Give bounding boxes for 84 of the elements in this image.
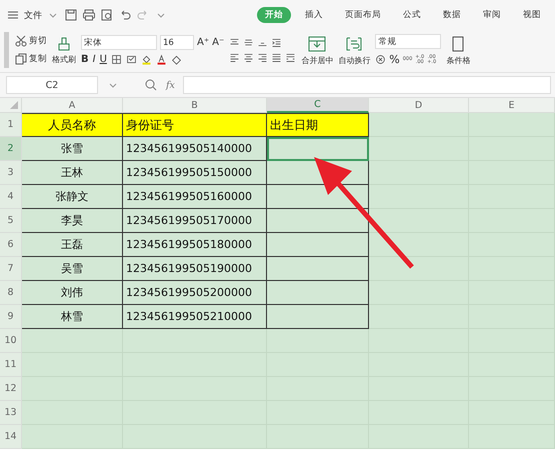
- format-painter-button[interactable]: 格式刷: [52, 36, 76, 64]
- scissors-icon: [14, 34, 28, 48]
- indent-icon[interactable]: [271, 37, 282, 48]
- merge-center-button[interactable]: 合并居中: [301, 34, 334, 66]
- row-header[interactable]: 11: [0, 353, 22, 377]
- ribbon-grip[interactable]: [4, 32, 9, 68]
- copy-icon: [14, 52, 28, 66]
- cut-button[interactable]: 剪切: [14, 34, 47, 48]
- font-color-icon[interactable]: [156, 54, 167, 65]
- shrink-font-button[interactable]: A⁻: [212, 37, 224, 48]
- align-left-icon[interactable]: [229, 52, 240, 63]
- ribbon-tab[interactable]: 页面布局: [337, 7, 389, 23]
- row-header[interactable]: 10: [0, 329, 22, 353]
- table-cell: 王磊: [22, 233, 123, 257]
- number-format-field[interactable]: 常规: [375, 34, 442, 49]
- align-middle-icon[interactable]: [243, 37, 254, 48]
- underline-button[interactable]: U: [100, 54, 107, 65]
- bold-button[interactable]: B: [81, 54, 89, 65]
- fx-button[interactable]: fx: [166, 80, 175, 90]
- conditional-format-icon: [450, 34, 466, 52]
- ribbon-tab[interactable]: 视图: [515, 7, 549, 23]
- table-cell: 张雪: [22, 137, 123, 161]
- row-header[interactable]: 3: [0, 161, 22, 185]
- table-cell: 李昊: [22, 209, 123, 233]
- table-cell: 123456199505190000: [123, 257, 267, 281]
- row-header[interactable]: 7: [0, 257, 22, 281]
- file-menu[interactable]: 文件: [24, 8, 42, 22]
- table-cell: 123456199505160000: [123, 185, 267, 209]
- ribbon-tab[interactable]: 公式: [395, 7, 429, 23]
- row-header[interactable]: 2: [0, 137, 22, 161]
- table-cell: 王林: [22, 161, 123, 185]
- grow-font-button[interactable]: A⁺: [197, 37, 210, 48]
- fill-color-icon[interactable]: [140, 54, 152, 65]
- align-right-icon[interactable]: [257, 52, 268, 63]
- column-header[interactable]: B: [123, 98, 267, 113]
- row-header[interactable]: 5: [0, 209, 22, 233]
- ribbon-tab[interactable]: 审阅: [475, 7, 509, 23]
- row-header[interactable]: 12: [0, 377, 22, 401]
- row-header[interactable]: 6: [0, 233, 22, 257]
- header-cell: 出生日期: [267, 113, 369, 137]
- table-cell: 123456199505200000: [123, 281, 267, 305]
- distributed-icon[interactable]: [285, 52, 296, 63]
- table-cell: 123456199505150000: [123, 161, 267, 185]
- font-field[interactable]: 宋体: [81, 35, 157, 50]
- conditional-format-button[interactable]: 条件格: [446, 34, 470, 66]
- table-cell: 123456199505140000: [123, 137, 267, 161]
- header-cell: 人员名称: [22, 113, 123, 137]
- copy-button[interactable]: 复制: [14, 52, 47, 66]
- ribbon-tab[interactable]: 数据: [435, 7, 469, 23]
- formula-input[interactable]: [182, 76, 551, 94]
- print-preview-icon[interactable]: [100, 8, 114, 22]
- row-header[interactable]: 14: [0, 425, 22, 449]
- column-header[interactable]: C: [267, 98, 369, 113]
- table-cell: 张静文: [22, 185, 123, 209]
- column-header[interactable]: D: [369, 98, 469, 113]
- row-header[interactable]: 13: [0, 401, 22, 425]
- row-header[interactable]: 8: [0, 281, 22, 305]
- row-header[interactable]: 9: [0, 305, 22, 329]
- table-cell: 123456199505210000: [123, 305, 267, 329]
- column-header[interactable]: A: [22, 98, 123, 113]
- ribbon-tab[interactable]: 插入: [297, 7, 331, 23]
- percent-button[interactable]: %: [389, 53, 400, 66]
- table-cell: 123456199505180000: [123, 233, 267, 257]
- table-cell: 刘伟: [22, 281, 123, 305]
- header-cell: 身份证号: [123, 113, 267, 137]
- table-cell: 林雪: [22, 305, 123, 329]
- row-header[interactable]: 1: [0, 113, 22, 137]
- save-icon[interactable]: [64, 8, 78, 22]
- cell-style-icon[interactable]: [126, 54, 137, 65]
- table-cell: 吴雪: [22, 257, 123, 281]
- italic-button[interactable]: I: [92, 54, 96, 65]
- row-header[interactable]: 4: [0, 185, 22, 209]
- justify-icon[interactable]: [271, 52, 282, 63]
- table-cell: 123456199505170000: [123, 209, 267, 233]
- column-header[interactable]: E: [469, 98, 555, 113]
- wrap-icon: [344, 34, 364, 52]
- font-size-field[interactable]: 16: [160, 35, 194, 50]
- align-center-icon[interactable]: [243, 52, 254, 63]
- name-box[interactable]: C2: [6, 76, 98, 94]
- merge-icon: [307, 34, 328, 52]
- print-icon[interactable]: [82, 8, 96, 22]
- zoom-icon[interactable]: [144, 78, 158, 92]
- wrap-text-button[interactable]: 自动换行: [338, 34, 370, 66]
- border-icon[interactable]: [110, 54, 122, 65]
